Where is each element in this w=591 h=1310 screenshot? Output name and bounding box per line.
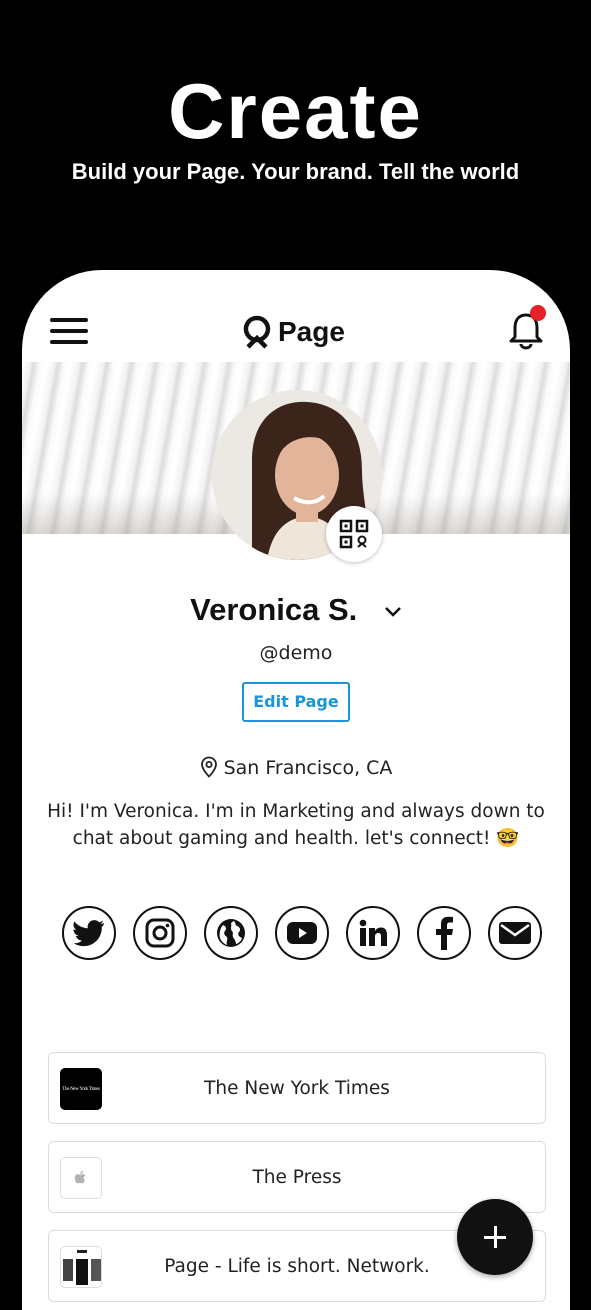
- location-pin-icon: [200, 756, 217, 778]
- page-screenshot-thumbnail: [60, 1246, 102, 1288]
- linkedin-glyph: [359, 919, 387, 946]
- social-links: [60, 906, 550, 964]
- twitter-glyph: [73, 920, 104, 947]
- brand-name: Page: [278, 316, 345, 347]
- page-logo-icon: [243, 315, 271, 349]
- qr-code-button[interactable]: [326, 506, 382, 562]
- linkedin-icon[interactable]: [346, 906, 400, 960]
- globe-glyph: [217, 919, 245, 947]
- apple-glyph: [74, 1170, 86, 1184]
- edit-page-button[interactable]: Edit Page: [242, 682, 350, 722]
- notification-dot: [530, 305, 546, 321]
- promo-title: Create: [168, 67, 423, 155]
- add-button[interactable]: [457, 1199, 533, 1275]
- instagram-glyph: [145, 918, 175, 948]
- youtube-glyph: [287, 922, 317, 944]
- chevron-down-icon[interactable]: [384, 606, 402, 618]
- mail-icon[interactable]: [488, 906, 542, 960]
- nyt-thumbnail-text: The New York Times: [62, 1087, 100, 1092]
- globe-icon[interactable]: [204, 906, 258, 960]
- promo-subtitle: Build your Page. Your brand. Tell the wo…: [71, 159, 520, 184]
- nyt-thumbnail: The New York Times: [60, 1068, 102, 1110]
- facebook-glyph: [436, 916, 453, 950]
- link-label: Page - Life is short. Network.: [164, 1256, 430, 1277]
- twitter-icon[interactable]: [62, 906, 116, 960]
- link-label: The New York Times: [204, 1078, 390, 1099]
- plus-icon-vertical: [494, 1226, 497, 1248]
- app-bar: Page: [22, 270, 570, 362]
- profile-handle: @demo: [259, 642, 333, 664]
- instagram-icon[interactable]: [133, 906, 187, 960]
- profile-name: Veronica S.: [190, 592, 358, 627]
- youtube-icon[interactable]: [275, 906, 329, 960]
- link-card-nyt[interactable]: The New York Times The New York Times: [48, 1052, 546, 1124]
- mail-glyph: [499, 922, 531, 944]
- qr-code-icon: [339, 519, 369, 549]
- profile-name-row[interactable]: Veronica S.: [22, 592, 570, 628]
- location-row: San Francisco, CA: [22, 756, 570, 779]
- page-screenshot-glyph: [63, 1250, 101, 1285]
- hamburger-menu-icon[interactable]: [50, 318, 88, 344]
- apple-icon: [60, 1157, 102, 1199]
- brand-logo[interactable]: Page: [242, 312, 345, 352]
- phone-frame: Page Veronica S. @demo Edit Page San Fra…: [22, 270, 570, 1310]
- link-label: The Press: [252, 1167, 342, 1188]
- location-text: San Francisco, CA: [223, 757, 393, 779]
- profile-bio: Hi! I'm Veronica. I'm in Marketing and a…: [47, 801, 545, 849]
- link-card-press[interactable]: The Press: [48, 1141, 546, 1213]
- facebook-icon[interactable]: [417, 906, 471, 960]
